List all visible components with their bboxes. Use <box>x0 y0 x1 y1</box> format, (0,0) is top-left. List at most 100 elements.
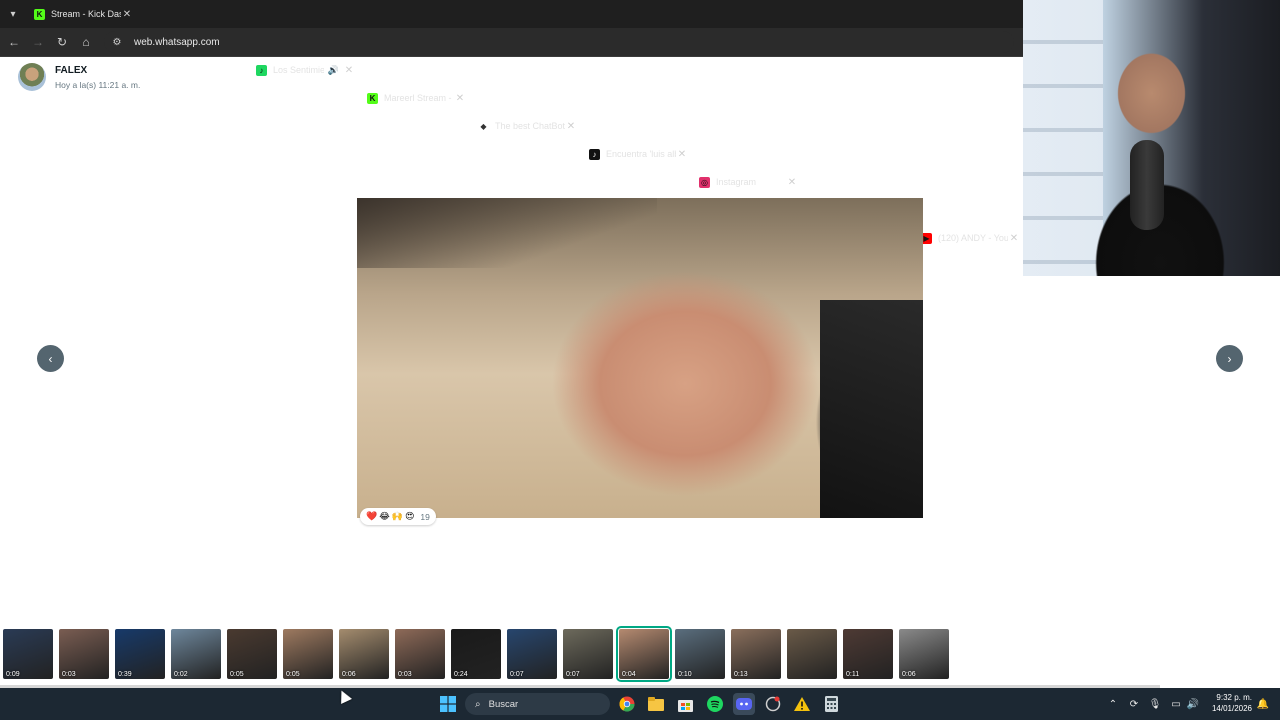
status-thumbnail[interactable]: 0:09 <box>3 629 53 679</box>
close-tab-icon[interactable]: ✕ <box>676 149 688 160</box>
status-thumbnail[interactable]: 0:02 <box>171 629 221 679</box>
reaction-laugh-icon: 😂 <box>379 511 390 521</box>
file-explorer-icon[interactable] <box>645 693 667 715</box>
chevron-right-icon: › <box>1227 351 1232 366</box>
network-icon[interactable]: ▭ <box>1169 697 1183 711</box>
media-detail <box>357 198 657 268</box>
back-arrow-icon[interactable]: ← <box>6 34 22 50</box>
url-text: web.whatsapp.com <box>134 36 220 48</box>
status-thumbnail[interactable]: 0:05 <box>227 629 277 679</box>
status-thumbnail[interactable]: 0:06 <box>339 629 389 679</box>
thumbnail-duration: 0:06 <box>342 671 356 678</box>
sync-icon[interactable]: ⟳ <box>1127 697 1141 711</box>
avatar[interactable] <box>18 63 46 91</box>
tab-title: The best ChatBot <box>495 121 565 131</box>
thumbnail-duration: 0:07 <box>510 671 524 678</box>
notification-bell-icon[interactable]: 🔔 <box>1256 697 1270 711</box>
browser-tab[interactable]: ♪ Los Sentimientos 🔊 ✕ <box>250 56 361 84</box>
calculator-icon[interactable] <box>820 693 842 715</box>
close-tab-icon[interactable]: ✕ <box>786 177 798 188</box>
thumbnail-duration: 0:03 <box>62 671 76 678</box>
thumbnail-duration: 0:24 <box>454 671 468 678</box>
close-tab-icon[interactable]: ✕ <box>565 121 577 132</box>
show-hidden-icons-chevron-icon[interactable]: ⌃ <box>1106 697 1120 711</box>
taskbar-search-box[interactable]: ⌕ Buscar <box>465 693 610 715</box>
status-thumbnail[interactable]: 0:05 <box>283 629 333 679</box>
microsoft-store-icon[interactable] <box>674 693 696 715</box>
home-icon[interactable]: ⌂ <box>78 34 94 50</box>
status-thumbnail[interactable]: 0:07 <box>563 629 613 679</box>
reaction-hands-icon: 🙌 <box>391 511 403 521</box>
status-thumbnail[interactable]: 0:07 <box>507 629 557 679</box>
chevron-left-icon: ‹ <box>48 351 53 366</box>
forward-arrow-icon[interactable]: → <box>30 34 46 50</box>
thumbnail-duration: 0:05 <box>286 671 300 678</box>
tab-search-chevron-icon[interactable]: ▾ <box>0 0 26 28</box>
microphone-icon[interactable]: 🎙 <box>1148 697 1162 711</box>
status-thumbnail[interactable]: 0:24 <box>451 629 501 679</box>
thumbnail-duration: 0:07 <box>566 671 580 678</box>
next-status-button[interactable]: › <box>1216 345 1243 372</box>
tab-title: Encuentra 'luis alberto' <box>606 149 676 159</box>
reload-icon[interactable]: ↻ <box>54 34 70 50</box>
kick-icon: K <box>367 92 378 104</box>
clock-time[interactable]: 9:32 p. m. <box>1206 693 1252 702</box>
close-tab-icon[interactable]: ✕ <box>454 93 466 104</box>
reactions-badge[interactable]: ❤️ 😂 🙌 😍 19 <box>360 508 436 525</box>
browser-tab[interactable]: K Mareerl Stream - Kick✕ <box>361 84 472 112</box>
windows-start-icon[interactable] <box>437 693 459 715</box>
thumbnail-duration: 0:09 <box>6 671 20 678</box>
tab-title: (120) ANDY - YouTube <box>938 233 1008 243</box>
status-thumbnail[interactable] <box>787 629 837 679</box>
thumbnail-duration: 0:13 <box>734 671 748 678</box>
status-thumbnail[interactable]: 0:03 <box>59 629 109 679</box>
browser-tab[interactable]: ◎ Instagram ✕ <box>693 168 804 196</box>
address-bar[interactable]: ⚙ web.whatsapp.com <box>104 31 1014 53</box>
clock-date[interactable]: 14/01/2026 <box>1206 704 1252 713</box>
browser-toolbar: ← → ↻ ⌂ ⚙ web.whatsapp.com <box>0 28 1023 57</box>
status-thumbnail[interactable]: 0:06 <box>899 629 949 679</box>
windows-taskbar <box>0 688 1280 720</box>
spotify-icon[interactable] <box>704 693 726 715</box>
tab-title: Stream - Kick Dash <box>51 9 121 19</box>
reaction-heart-eyes-icon: 😍 <box>404 511 415 521</box>
status-thumbnail[interactable]: 0:03 <box>395 629 445 679</box>
thumbnail-duration: 0:03 <box>398 671 412 678</box>
media-detail <box>820 300 923 518</box>
status-thumbnail[interactable]: 0:04 <box>616 626 672 682</box>
reaction-count: 19 <box>420 511 430 522</box>
taskbar-search-label: Buscar <box>488 698 519 710</box>
browser-tab-strip: ▾ <box>0 0 1023 28</box>
reaction-heart-icon: ❤️ <box>366 511 378 521</box>
instagram-icon: ◎ <box>699 176 710 188</box>
tab-audio-icon[interactable]: 🔊 <box>328 65 339 76</box>
close-tab-icon[interactable]: ✕ <box>121 9 133 20</box>
status-thumbnail-strip: 0:09 0:03 0:39 0:02 0:05 0:05 0:06 0:03 0:24 0:07… <box>0 621 1280 685</box>
tiktok-icon: ♪ <box>589 148 600 160</box>
volume-icon[interactable]: 🔊 <box>1186 697 1200 711</box>
browser-tab[interactable]: ♪ Encuentra 'luis alberto'✕ <box>583 140 694 168</box>
thumbnail-duration: 0:39 <box>118 671 132 678</box>
close-tab-icon[interactable]: ✕ <box>1008 233 1020 244</box>
warning-icon[interactable] <box>791 693 813 715</box>
browser-tab[interactable]: ◆ The best ChatBot ✕ <box>472 112 583 140</box>
status-thumbnail[interactable]: 0:11 <box>843 629 893 679</box>
browser-tab[interactable]: K Stream - Kick Dash ✕ <box>28 0 139 28</box>
status-thumbnail[interactable]: 0:39 <box>115 629 165 679</box>
tab-title: Instagram <box>716 177 757 187</box>
status-thumbnail[interactable]: 0:10 <box>675 629 725 679</box>
thumbnail-duration: 0:05 <box>230 671 244 678</box>
tab-title: Los Sentimientos <box>273 65 324 75</box>
discord-icon[interactable] <box>733 693 755 715</box>
tab-title: Mareerl Stream - Kick <box>384 93 454 103</box>
contact-name[interactable]: FALEX <box>55 65 87 76</box>
chrome-icon[interactable] <box>616 693 638 715</box>
search-icon: ⌕ <box>475 698 481 710</box>
status-thumbnail[interactable]: 0:13 <box>731 629 781 679</box>
thumbnail-duration: 0:06 <box>902 671 916 678</box>
close-tab-icon[interactable]: ✕ <box>343 65 355 76</box>
app-icon[interactable] <box>762 693 784 715</box>
site-info-icon[interactable]: ⚙ <box>110 35 124 49</box>
browser-tab[interactable]: ▶(120) ANDY - YouTube✕ <box>915 224 1026 252</box>
previous-status-button[interactable]: ‹ <box>37 345 64 372</box>
